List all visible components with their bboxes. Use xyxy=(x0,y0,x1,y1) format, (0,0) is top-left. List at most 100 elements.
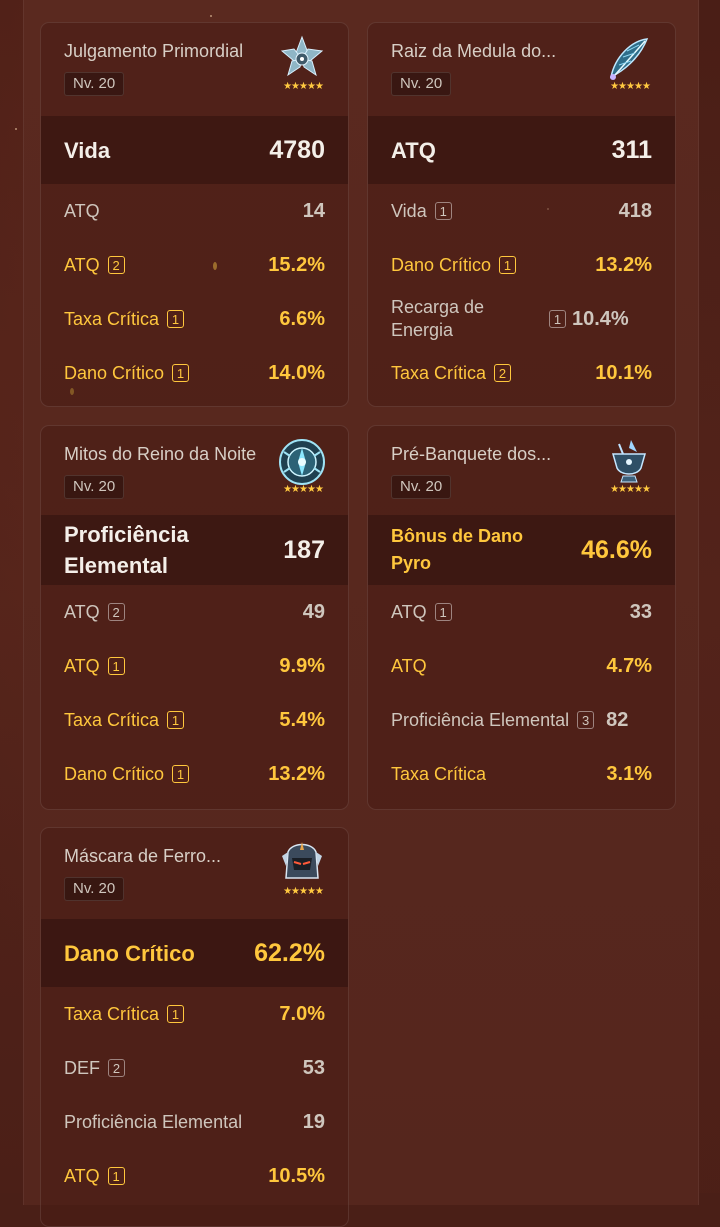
substat-row: Dano Crítico 1 13.2% xyxy=(368,238,675,292)
card-header: Raiz da Medula do... Nv. 20 ★★★★★ xyxy=(368,23,675,116)
substat-row: ATQ 1 33 xyxy=(368,585,675,639)
artifact-name: Máscara de Ferro... xyxy=(64,846,222,866)
substat-row: ATQ 1 9.9% xyxy=(41,639,348,693)
substat-name: Dano Crítico xyxy=(64,362,165,383)
main-stat-value: 311 xyxy=(611,135,652,164)
substat-value: 33 xyxy=(629,600,652,623)
artifact-card-flower[interactable]: Julgamento Primordial Nv. 20 ★★★★★ Vida … xyxy=(40,22,349,407)
artifact-name: Mitos do Reino da Noite xyxy=(64,444,257,464)
substat-value: 10.4% xyxy=(572,307,629,330)
artifact-card-sands[interactable]: Mitos do Reino da Noite Nv. 20 ★★★★★ Pro… xyxy=(40,425,349,810)
plume-artifact-icon xyxy=(609,38,649,80)
goblet-artifact-icon xyxy=(612,440,646,483)
main-stat: Dano Crítico 62.2% xyxy=(41,919,348,987)
card-header: Mitos do Reino da Noite Nv. 20 ★★★★★ xyxy=(41,426,348,515)
main-stat-value: 4780 xyxy=(269,135,325,164)
roll-count-badge: 3 xyxy=(577,711,595,729)
substat-name: Proficiência Elemental xyxy=(391,709,570,730)
substat-row: Proficiência Elemental 19 xyxy=(41,1095,348,1149)
substat-row: DEF 2 53 xyxy=(41,1041,348,1095)
artifact-card-circlet[interactable]: Máscara de Ferro... Nv. 20 ★★★★★ Dano Cr… xyxy=(40,827,349,1227)
roll-count-badge: 1 xyxy=(107,657,125,675)
substat-value: 13.2% xyxy=(595,253,652,276)
roll-count-badge: 1 xyxy=(167,1005,185,1023)
substat-row: Taxa Crítica 1 5.4% xyxy=(41,693,348,747)
rarity-stars: ★★★★★ xyxy=(283,886,324,897)
substat-value: 7.0% xyxy=(279,1002,325,1025)
substat-name: Dano Crítico xyxy=(391,254,492,275)
substat-value: 19 xyxy=(302,1110,325,1133)
substat-name: ATQ xyxy=(64,655,100,676)
main-stat-name: ATQ xyxy=(391,137,436,163)
flower-artifact-icon xyxy=(280,35,324,77)
roll-count-badge: 1 xyxy=(107,1167,125,1185)
substat-row: Proficiência Elemental 3 82 xyxy=(368,693,675,747)
substat-name: Vida xyxy=(391,200,427,221)
substat-row: ATQ 4.7% xyxy=(368,639,675,693)
roll-count-badge: 1 xyxy=(549,310,566,328)
main-stat: Bônus de Dano Pyro 46.6% xyxy=(368,515,675,585)
substat-value: 6.6% xyxy=(279,307,325,330)
substat-row: ATQ 14 xyxy=(41,184,348,238)
main-stat: Proficiência Elemental 187 xyxy=(41,515,348,585)
artifact-card-goblet[interactable]: Pré-Banquete dos... Nv. 20 ★★★★★ Bônus d… xyxy=(367,425,676,810)
rarity-stars: ★★★★★ xyxy=(283,484,324,495)
sparkle xyxy=(210,15,212,17)
roll-count-badge: 1 xyxy=(167,310,185,328)
roll-count-badge: 2 xyxy=(107,603,125,621)
substat-value: 10.5% xyxy=(268,1164,325,1187)
roll-count-badge: 1 xyxy=(434,603,452,621)
roll-count-badge: 1 xyxy=(172,364,190,382)
sands-artifact-icon xyxy=(279,439,325,485)
roll-count-badge: 1 xyxy=(434,202,452,220)
substat-name: Recarga de Energia xyxy=(391,297,485,340)
roll-count-badge: 2 xyxy=(108,1059,125,1077)
substat-value: 418 xyxy=(618,199,652,222)
substat-row: Dano Crítico 1 13.2% xyxy=(41,747,348,801)
level-badge: Nv. 20 xyxy=(391,475,452,499)
card-header: Pré-Banquete dos... Nv. 20 ★★★★★ xyxy=(368,426,675,515)
substat-value: 3.1% xyxy=(606,762,652,785)
level-badge: Nv. 20 xyxy=(391,72,452,96)
substat-name: Taxa Crítica xyxy=(391,362,487,383)
substat-value: 13.2% xyxy=(268,762,325,785)
substat-name: ATQ xyxy=(391,601,427,622)
main-stat-value: 187 xyxy=(283,535,325,564)
substat-name: Taxa Crítica xyxy=(64,1003,160,1024)
substat-name: Dano Crítico xyxy=(64,763,165,784)
main-stat-value: 62.2% xyxy=(254,938,325,967)
substat-value: 9.9% xyxy=(279,654,325,677)
main-stat-name: Dano Crítico xyxy=(64,940,195,966)
sparkle xyxy=(15,128,17,130)
substat-name: ATQ xyxy=(391,655,427,676)
substat-name: Proficiência Elemental xyxy=(64,1111,243,1132)
roll-count-badge: 1 xyxy=(167,711,185,729)
substat-row: Taxa Crítica 1 7.0% xyxy=(41,987,348,1041)
substat-row: ATQ 2 15.2% xyxy=(41,238,348,292)
substat-name: Taxa Crítica xyxy=(64,308,160,329)
substat-row: ATQ 1 10.5% xyxy=(41,1149,348,1203)
substat-name: ATQ xyxy=(64,200,100,221)
substat-row: Recarga de Energia 1 10.4% xyxy=(368,292,675,346)
substat-value: 15.2% xyxy=(268,253,325,276)
substat-value: 14 xyxy=(302,199,325,222)
substat-name: Taxa Crítica xyxy=(64,709,160,730)
artifact-card-plume[interactable]: Raiz da Medula do... Nv. 20 ★★★★★ ATQ 31… xyxy=(367,22,676,407)
main-stat: ATQ 311 xyxy=(368,116,675,184)
artifact-name: Raiz da Medula do... xyxy=(391,41,557,61)
rarity-stars: ★★★★★ xyxy=(283,81,324,92)
substat-value: 82 xyxy=(606,708,629,731)
substat-name: ATQ xyxy=(64,254,100,275)
substat-row: Taxa Crítica 3.1% xyxy=(368,747,675,801)
card-header: Máscara de Ferro... Nv. 20 ★★★★★ xyxy=(41,828,348,919)
substat-name: DEF xyxy=(64,1057,100,1078)
substat-value: 49 xyxy=(302,600,325,623)
rarity-stars: ★★★★★ xyxy=(610,81,651,92)
roll-count-badge: 2 xyxy=(107,256,125,274)
artifact-name: Pré-Banquete dos... xyxy=(391,444,552,464)
substat-row: Dano Crítico 1 14.0% xyxy=(41,346,348,400)
substat-row: Taxa Crítica 1 6.6% xyxy=(41,292,348,346)
main-stat-name: Proficiência Elemental xyxy=(64,522,189,578)
main-stat-name: Bônus de Dano Pyro xyxy=(391,526,524,573)
substat-value: 53 xyxy=(302,1056,325,1079)
